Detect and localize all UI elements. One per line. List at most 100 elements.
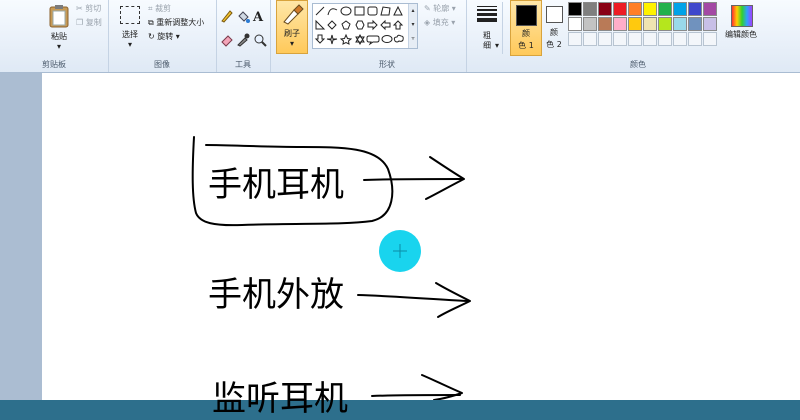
- palette-swatch[interactable]: [703, 17, 717, 31]
- crosshair-icon: [393, 244, 407, 258]
- tools-group-label: 工具: [235, 60, 251, 69]
- palette-swatch[interactable]: [643, 2, 657, 16]
- size-button[interactable]: 粗 细 ▾: [472, 2, 503, 54]
- outline-button[interactable]: ✎ 轮廓 ▾: [424, 4, 456, 14]
- line-shape-icon: [315, 6, 325, 16]
- palette-swatch[interactable]: [658, 2, 672, 16]
- palette-swatch[interactable]: [583, 2, 597, 16]
- text-tool[interactable]: A: [253, 6, 267, 25]
- palette-swatch[interactable]: [613, 17, 627, 31]
- outline-icon: ✎: [424, 4, 431, 13]
- cut-button[interactable]: ✂ 剪切: [76, 4, 101, 14]
- colors-group-label: 颜色: [630, 60, 646, 69]
- cursor-highlight: [379, 230, 421, 272]
- crop-button[interactable]: ⌗ 裁剪: [148, 4, 171, 14]
- palette-swatch[interactable]: [688, 2, 702, 16]
- brushes-label: 刷子: [284, 29, 300, 38]
- stroke-bracket: [191, 136, 394, 227]
- clipboard-group: 粘贴 ▾ ✂ 剪切 ❐ 复制 剪贴板: [0, 0, 109, 72]
- six-point-star-shape-icon: [355, 33, 365, 46]
- paste-dropdown-icon[interactable]: ▾: [42, 42, 76, 52]
- diamond-shape-icon: [327, 20, 337, 30]
- right-arrow-shape-icon: [367, 19, 378, 31]
- palette-swatch[interactable]: [703, 2, 717, 16]
- shapes-gallery-icons: [314, 5, 404, 46]
- color2-button[interactable]: 颜 色 2: [541, 0, 567, 54]
- palette-swatch[interactable]: [643, 17, 657, 31]
- brushes-button[interactable]: 刷子 ▾: [276, 0, 308, 54]
- color1-swatch: [516, 5, 537, 26]
- image-group: 选择 ▾ ⌗ 裁剪 ⧉ 重新调整大小 ↻ 旋转 ▾ 图像: [108, 0, 217, 72]
- pencil-icon: [221, 10, 233, 23]
- fill-button[interactable]: ◈ 填充 ▾: [424, 18, 455, 28]
- rectangle-shape-icon: [354, 6, 365, 16]
- select-dropdown-icon[interactable]: ▾: [116, 40, 144, 50]
- palette-swatch[interactable]: [673, 2, 687, 16]
- copy-icon: ❐: [76, 18, 84, 27]
- shapes-group-label: 形状: [379, 60, 395, 69]
- custom-color-slot[interactable]: [568, 32, 582, 46]
- rainbow-palette-icon: [731, 5, 753, 27]
- cloud-callout-shape-icon: [393, 34, 404, 43]
- custom-color-slot[interactable]: [658, 32, 672, 46]
- pentagon-shape-icon: [341, 20, 351, 30]
- up-arrow-shape-icon: [392, 20, 404, 30]
- rotate-button[interactable]: ↻ 旋转 ▾: [148, 32, 180, 42]
- palette-swatch[interactable]: [688, 17, 702, 31]
- eyedropper-icon: [237, 33, 250, 47]
- custom-color-slot[interactable]: [673, 32, 687, 46]
- magnifier-icon: [254, 34, 267, 47]
- palette-swatch[interactable]: [568, 17, 582, 31]
- pencil-tool[interactable]: [220, 8, 234, 23]
- palette-swatch[interactable]: [568, 2, 582, 16]
- custom-color-slot[interactable]: [703, 32, 717, 46]
- triangle-shape-icon: [393, 5, 403, 16]
- cut-label: 剪切: [85, 4, 102, 13]
- custom-color-slot[interactable]: [583, 32, 597, 46]
- palette-swatch[interactable]: [628, 2, 642, 16]
- custom-color-slot[interactable]: [613, 32, 627, 46]
- stroke-arrow-3-shaft: [371, 394, 461, 397]
- stroke-arrow-1-shaft: [363, 178, 463, 181]
- brushes-dropdown-icon[interactable]: ▾: [277, 39, 307, 49]
- palette-swatch[interactable]: [598, 2, 612, 16]
- palette-swatch[interactable]: [613, 2, 627, 16]
- copy-button[interactable]: ❐ 复制: [76, 18, 102, 28]
- text-icon: A: [253, 10, 264, 25]
- magnifier-tool[interactable]: [253, 32, 267, 47]
- palette-swatch[interactable]: [583, 17, 597, 31]
- fill-label: 填充: [432, 18, 449, 27]
- palette-swatch[interactable]: [673, 17, 687, 31]
- polygon-shape-icon: [380, 6, 391, 16]
- eraser-tool[interactable]: [220, 32, 234, 47]
- drawing-canvas[interactable]: 手机耳机 手机外放 监听耳机: [42, 73, 800, 419]
- rotate-dropdown-icon[interactable]: ▾: [176, 32, 180, 41]
- fill-tool[interactable]: [236, 8, 250, 23]
- palette-swatch[interactable]: [658, 17, 672, 31]
- color-palette: [568, 2, 722, 50]
- color-picker-tool[interactable]: [236, 32, 250, 47]
- edit-colors-button[interactable]: 编辑颜色: [722, 2, 762, 52]
- curve-shape-icon: [327, 8, 338, 16]
- palette-swatch[interactable]: [628, 17, 642, 31]
- custom-color-slot[interactable]: [643, 32, 657, 46]
- shapes-gallery-scrollbar[interactable]: ▴ ▾ ▿: [408, 4, 417, 48]
- select-button[interactable]: 选择 ▾: [116, 2, 144, 52]
- custom-color-slot[interactable]: [598, 32, 612, 46]
- paste-button[interactable]: 粘贴 ▾: [42, 2, 76, 52]
- color1-button[interactable]: 颜 色 1: [510, 0, 542, 56]
- five-point-star-shape-icon: [339, 33, 353, 45]
- size-dropdown-icon: ▾: [494, 41, 499, 50]
- hexagon-shape-icon: [355, 20, 365, 30]
- left-arrow-shape-icon: [380, 19, 391, 31]
- palette-swatch[interactable]: [598, 17, 612, 31]
- resize-button[interactable]: ⧉ 重新调整大小: [148, 18, 204, 28]
- color2-swatch: [546, 6, 563, 23]
- oval-shape-icon: [340, 6, 352, 16]
- clipboard-group-label: 剪贴板: [42, 60, 66, 69]
- right-triangle-shape-icon: [315, 19, 326, 30]
- eraser-icon: [221, 35, 233, 47]
- image-group-label: 图像: [154, 60, 170, 69]
- custom-color-slot[interactable]: [628, 32, 642, 46]
- custom-color-slot[interactable]: [688, 32, 702, 46]
